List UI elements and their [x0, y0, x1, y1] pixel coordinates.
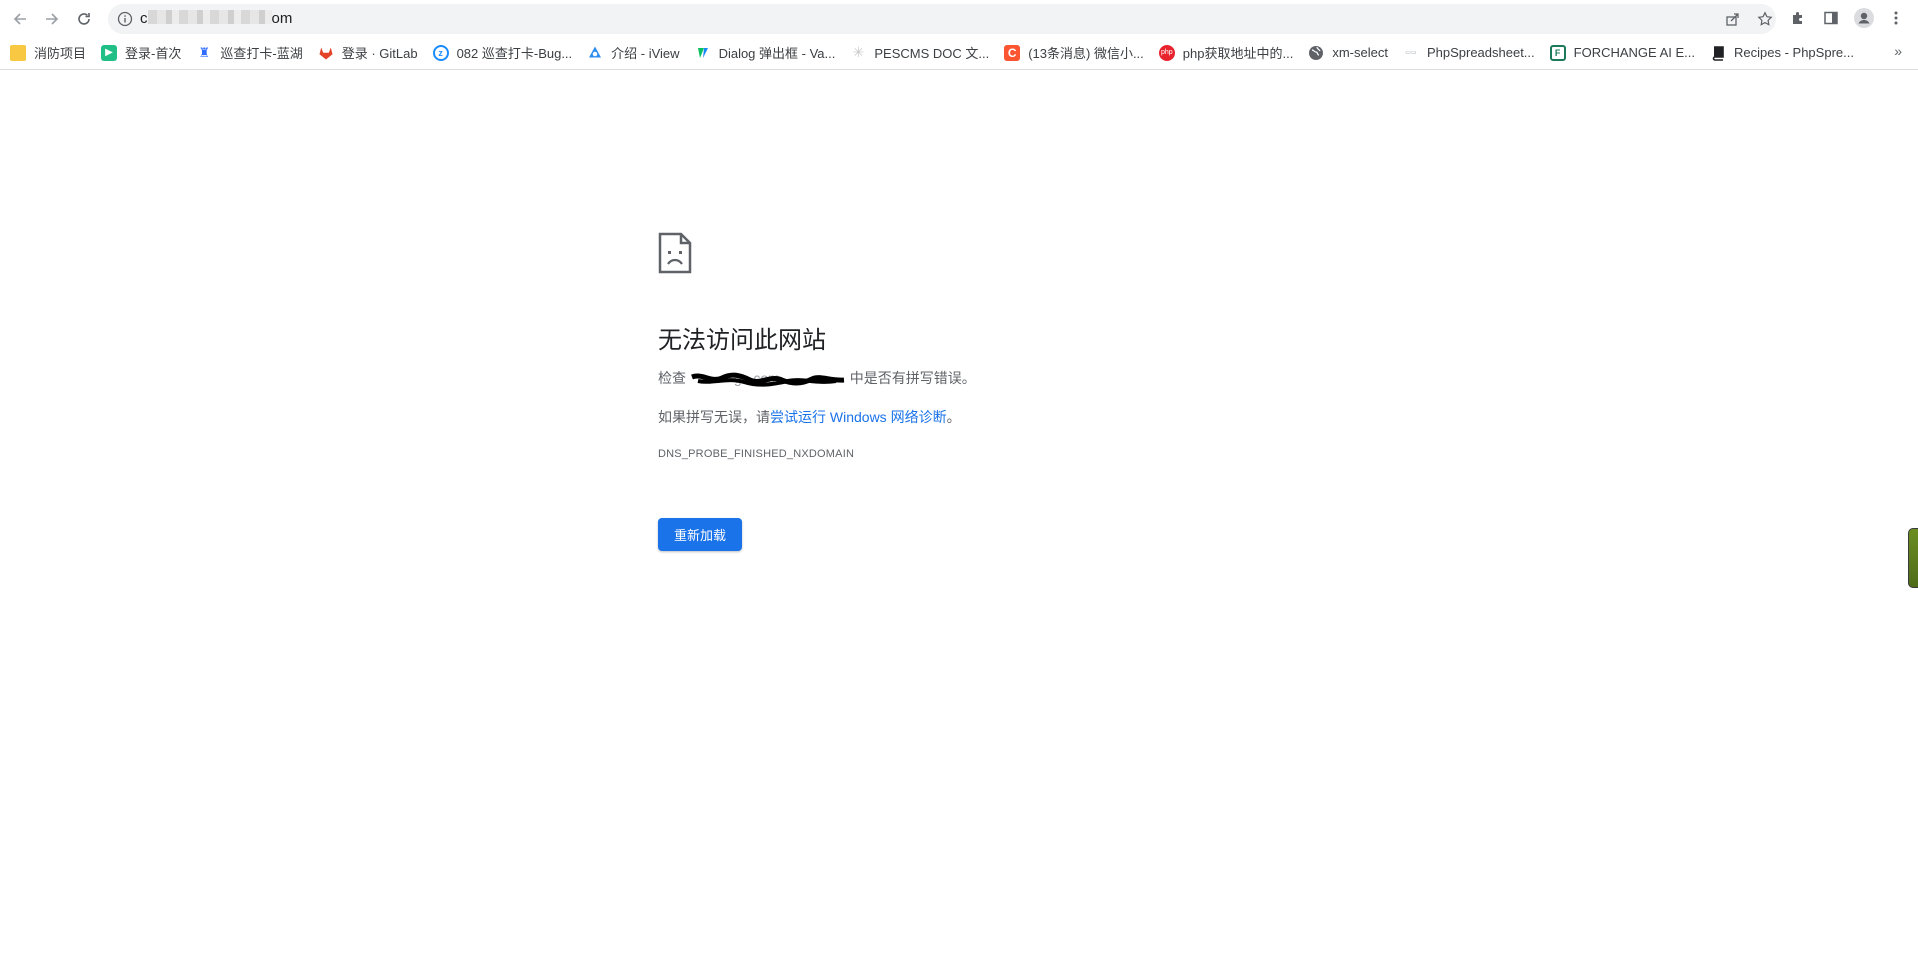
bookmark-label: 登录 · GitLab	[341, 46, 418, 61]
bookmark-label: 登录-首次	[125, 46, 182, 61]
back-arrow-icon	[13, 13, 26, 25]
bookmark-item[interactable]: Recipes - PhpSpre...	[1710, 45, 1854, 61]
url-text[interactable]: c om	[140, 10, 292, 27]
reload-page-button[interactable]	[72, 7, 96, 31]
url-suffix: om	[271, 10, 293, 27]
bookmark-item[interactable]: 登录 · GitLab	[318, 43, 418, 62]
bookmark-label: xm-select	[1332, 45, 1388, 60]
profile-avatar-icon[interactable]	[1852, 6, 1876, 30]
forward-button[interactable]	[40, 7, 64, 31]
error-code: DNS_PROBE_FINISHED_NXDOMAIN	[658, 448, 855, 460]
gitlab-icon	[318, 45, 334, 61]
lanhu-icon: ♜	[198, 44, 211, 60]
bookmark-label: 消防项目	[34, 46, 87, 61]
bookmark-item[interactable]: php php获取地址中的...	[1158, 43, 1294, 62]
bookmark-label: 巡查打卡-蓝湖	[220, 46, 303, 61]
hint-suffix: 。	[946, 409, 961, 425]
bookmark-item[interactable]: ▭▭ PhpSpreadsheet...	[1403, 45, 1535, 61]
side-widget-handle[interactable]	[1908, 528, 1918, 588]
book-icon	[1710, 45, 1726, 61]
bookmark-item[interactable]: Dialog 弹出框 - Va...	[695, 43, 836, 62]
site-info-icon[interactable]	[114, 8, 136, 30]
address-bar[interactable]: c om	[108, 4, 1776, 34]
check-prefix: 检查	[658, 370, 686, 386]
side-panel-icon[interactable]	[1819, 6, 1843, 30]
redacted-domain: g. .com	[690, 370, 846, 387]
bookmark-item[interactable]: C (13条消息) 微信小...	[1004, 43, 1144, 62]
bookmark-label: 082 巡查打卡-Bug...	[456, 46, 573, 61]
forchange-icon: F	[1549, 44, 1566, 61]
bookmark-label: PESCMS DOC 文...	[874, 46, 990, 61]
error-title: 无法访问此网站	[658, 327, 826, 354]
error-check-message: 检查 g. .com 中是否有拼写错误。	[658, 368, 976, 388]
iview-icon	[587, 45, 603, 61]
forward-arrow-icon	[46, 13, 59, 25]
share-icon[interactable]	[1722, 8, 1744, 30]
scribble-mark	[690, 372, 845, 387]
hint-prefix: 如果拼写无误，请	[658, 409, 770, 425]
bookmark-star-icon[interactable]	[1754, 8, 1776, 30]
phpspreadsheet-icon: ▭▭	[1405, 50, 1417, 56]
vant-icon	[695, 45, 711, 61]
bookmarks-bar: 消防项目 ▶ 登录-首次 ♜ 巡查打卡-蓝湖 登录 · GitLab z 082…	[0, 36, 1918, 70]
bookmark-item[interactable]: F FORCHANGE AI E...	[1549, 44, 1696, 61]
reload-button[interactable]: 重新加载	[658, 518, 743, 551]
pescms-icon: ✳	[852, 44, 865, 60]
sad-page-icon	[658, 232, 692, 274]
zentao-icon: z	[432, 44, 449, 61]
bookmark-label: 介绍 - iView	[611, 46, 680, 61]
bookmark-item[interactable]: z 082 巡查打卡-Bug...	[432, 43, 573, 62]
bookmark-label: Dialog 弹出框 - Va...	[718, 46, 836, 61]
back-button[interactable]	[8, 7, 32, 31]
bookmark-item[interactable]: ▶ 登录-首次	[101, 43, 181, 62]
url-prefix: c	[140, 10, 148, 27]
browser-toolbar: c om	[0, 0, 1918, 36]
globe-icon	[1308, 45, 1324, 61]
menu-kebab-icon[interactable]	[1884, 6, 1908, 30]
bookmark-label: php获取地址中的...	[1182, 46, 1294, 61]
bookmark-label: PhpSpreadsheet...	[1426, 45, 1535, 60]
bookmark-label: (13条消息) 微信小...	[1028, 46, 1144, 61]
network-diagnostics-link[interactable]: 尝试运行 Windows 网络诊断	[770, 409, 947, 425]
refresh-icon	[78, 13, 90, 25]
check-suffix: 中是否有拼写错误。	[849, 370, 976, 386]
extensions-icon[interactable]	[1786, 6, 1810, 30]
bookmark-item[interactable]: ✳ PESCMS DOC 文...	[850, 43, 989, 62]
bookmarks-overflow-button[interactable]: »	[1894, 43, 1902, 59]
csdn-icon: C	[1004, 44, 1021, 61]
bookmark-item[interactable]: 消防项目	[10, 43, 86, 62]
bookmark-label: Recipes - PhpSpre...	[1734, 45, 1854, 60]
bookmark-label: FORCHANGE AI E...	[1573, 45, 1696, 60]
bookmark-item[interactable]: 介绍 - iView	[587, 43, 680, 62]
url-redaction	[147, 10, 272, 24]
bookmark-item[interactable]: ♜ 巡查打卡-蓝湖	[196, 43, 303, 62]
error-hint-message: 如果拼写无误，请尝试运行 Windows 网络诊断。	[658, 407, 961, 427]
bookmark-item[interactable]: xm-select	[1308, 45, 1388, 61]
php-icon: php	[1158, 44, 1175, 61]
folder-icon	[10, 44, 26, 61]
bookmarks-list: 消防项目 ▶ 登录-首次 ♜ 巡查打卡-蓝湖 登录 · GitLab z 082…	[10, 36, 1869, 69]
green-play-icon: ▶	[101, 44, 118, 61]
